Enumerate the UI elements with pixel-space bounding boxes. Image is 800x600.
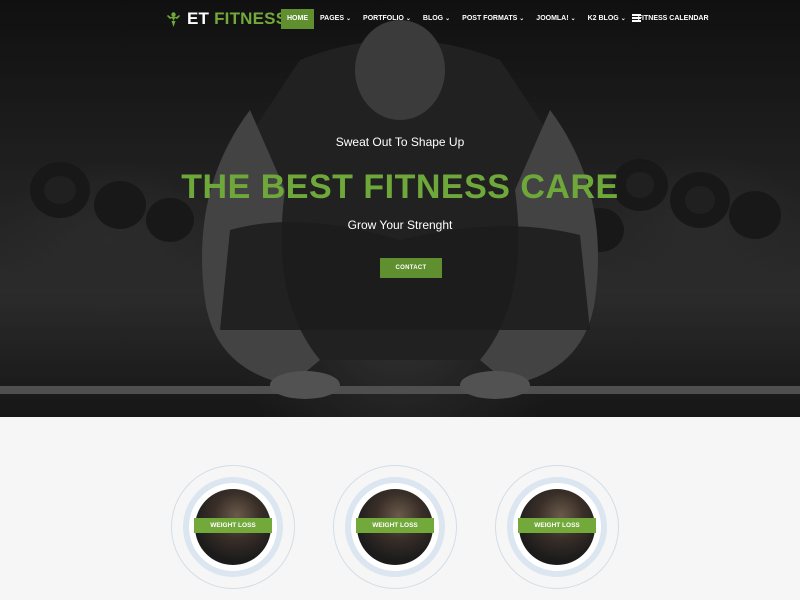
nav-item-joomla[interactable]: JOOMLA! ⌄ <box>530 9 581 29</box>
chevron-down-icon: ⌄ <box>346 16 352 22</box>
service-card-weight-loss[interactable]: WEIGHT LOSS <box>333 465 457 589</box>
chevron-down-icon: ⌄ <box>570 16 576 22</box>
nav-item-k2-blog[interactable]: K2 BLOG ⌄ <box>582 9 632 29</box>
nav-item-fitness-calendar[interactable]: FITNESS CALENDAR <box>632 9 715 29</box>
service-label: WEIGHT LOSS <box>356 518 434 533</box>
service-label: WEIGHT LOSS <box>518 518 596 533</box>
site-logo-text: ET FITNESS <box>187 9 288 28</box>
nav-item-portfolio[interactable]: PORTFOLIO ⌄ <box>357 9 417 29</box>
service-card-weight-loss[interactable]: WEIGHT LOSS <box>171 465 295 589</box>
service-card-weight-loss[interactable]: WEIGHT LOSS <box>495 465 619 589</box>
main-navigation: HOME PAGES ⌄ PORTFOLIO ⌄ BLOG ⌄ POST FORMAT… <box>281 9 715 29</box>
hero-headline: THE BEST FITNESS CARE <box>181 168 619 206</box>
chevron-down-icon: ⌄ <box>519 16 525 22</box>
nav-item-post-formats[interactable]: POST FORMATS ⌄ <box>456 9 530 29</box>
nav-item-blog[interactable]: BLOG ⌄ <box>417 9 456 29</box>
hero-subline: Grow Your Strenght <box>347 218 453 232</box>
site-logo[interactable]: ET FITNESS <box>165 8 287 30</box>
hamburger-menu-icon[interactable] <box>632 14 641 22</box>
contact-button[interactable]: CONTACT <box>380 258 442 278</box>
nav-item-pages[interactable]: PAGES ⌄ <box>314 9 357 29</box>
nav-item-home[interactable]: HOME <box>281 9 314 29</box>
service-label: WEIGHT LOSS <box>194 518 272 533</box>
hero-overlay <box>0 0 800 417</box>
chevron-down-icon: ⌄ <box>405 16 411 22</box>
chevron-down-icon: ⌄ <box>620 16 626 22</box>
hero-banner: ET FITNESS HOME PAGES ⌄ PORTFOLIO ⌄ BLOG ⌄ … <box>0 0 800 417</box>
services-section: WEIGHT LOSS WEIGHT LOSS WEIGHT LOSS <box>0 417 800 600</box>
flexing-figure-icon <box>167 11 180 27</box>
chevron-down-icon: ⌄ <box>445 16 451 22</box>
hero-tagline: Sweat Out To Shape Up <box>335 135 465 149</box>
